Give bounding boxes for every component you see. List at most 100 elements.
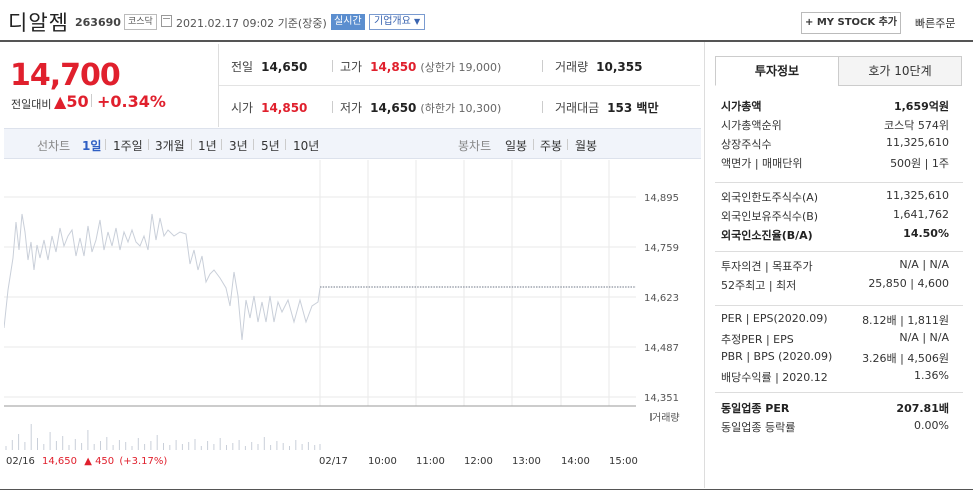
divider bbox=[715, 392, 963, 393]
period-1y[interactable]: 1년 bbox=[198, 137, 217, 154]
y-tick: 14,623 bbox=[644, 293, 679, 304]
info-row: 시가총액순위 코스닥 574위 bbox=[721, 117, 949, 135]
info-row-label: 외국인보유주식수(B) bbox=[721, 210, 819, 223]
change-value: ▲50 bbox=[54, 92, 89, 111]
quote-info: 전일 14,650 고가 14,850 (상한가 19,000) 거래량 10,355 … bbox=[219, 44, 700, 128]
divider bbox=[219, 85, 700, 86]
info-row-label: 상장주식수 bbox=[721, 138, 772, 151]
price-block: 14,700 전일대비 ▲50 +0.34% bbox=[4, 44, 219, 128]
y-tick: 14,487 bbox=[644, 343, 679, 354]
candle-weekly[interactable]: 주봉 bbox=[540, 137, 562, 154]
info-row: 동일업종 등락률 0.00% bbox=[721, 419, 949, 437]
info-row: 액면가 | 매매단위 500원 | 1주 bbox=[721, 155, 949, 173]
info-row-value: 14.50% bbox=[903, 227, 949, 240]
info-row-value: 1,641,762 bbox=[893, 208, 949, 221]
volume-label: 거래량 bbox=[652, 412, 680, 424]
x-tick: 10:00 bbox=[368, 456, 397, 467]
candle-daily[interactable]: 일봉 bbox=[505, 137, 527, 154]
volume: 거래량 10,355 bbox=[555, 60, 643, 74]
y-tick: 14,759 bbox=[644, 243, 679, 254]
info-row-label: 동일업종 등락률 bbox=[721, 421, 796, 434]
volume-legend-icon bbox=[650, 413, 652, 421]
info-row-value: 1,659억원 bbox=[893, 100, 949, 113]
change-label: 전일대비 bbox=[11, 98, 52, 111]
info-row: 외국인한도주식수(A) 11,325,610 bbox=[721, 189, 949, 207]
high-price: 고가 14,850 (상한가 19,000) bbox=[340, 60, 502, 74]
y-tick: 14,895 bbox=[644, 193, 679, 204]
period-3y[interactable]: 3년 bbox=[229, 137, 248, 154]
info-row-value: 500원 | 1주 bbox=[890, 157, 949, 170]
info-row-label: 추정PER | EPS bbox=[721, 333, 794, 346]
line-chart-label: 선차트 bbox=[37, 139, 71, 153]
info-row-value: N/A | N/A bbox=[899, 258, 949, 271]
y-tick: 14,351 bbox=[644, 393, 679, 404]
x-tick: 11:00 bbox=[416, 456, 445, 467]
info-row-label: 액면가 | 매매단위 bbox=[721, 157, 803, 170]
info-row-label: 52주최고 | 최저 bbox=[721, 279, 797, 292]
info-row-value: 코스닥 574위 bbox=[884, 119, 949, 132]
info-row-label: 시가총액 bbox=[721, 100, 762, 113]
change-percent: +0.34% bbox=[97, 92, 166, 111]
info-row-label: 동일업종 PER bbox=[721, 402, 790, 415]
divider bbox=[715, 305, 963, 306]
info-row-value: 11,325,610 bbox=[886, 136, 949, 149]
current-price: 14,700 bbox=[10, 58, 121, 93]
info-row: PER | EPS(2020.09) 8.12배 | 1,811원 bbox=[721, 312, 949, 330]
divider bbox=[332, 101, 333, 113]
x-tick: 14:00 bbox=[561, 456, 590, 467]
calendar-icon bbox=[161, 15, 172, 27]
info-row: 투자의견 | 목표주가 N/A | N/A bbox=[721, 258, 949, 276]
info-row-label: 외국인소진율(B/A) bbox=[721, 229, 813, 242]
low-price: 저가 14,650 (하한가 10,300) bbox=[340, 101, 502, 115]
info-row: 시가총액 1,659억원 bbox=[721, 98, 949, 116]
corp-overview-dropdown[interactable]: 기업개요 ▼ bbox=[369, 14, 426, 30]
info-row-value: 3.26배 | 4,506원 bbox=[862, 352, 949, 365]
realtime-badge[interactable]: 실시간 bbox=[331, 14, 365, 30]
divider bbox=[0, 489, 973, 490]
open-price: 시가 14,850 bbox=[231, 101, 308, 115]
info-row-value: 25,850 | 4,600 bbox=[868, 277, 949, 290]
info-row-value: 0.00% bbox=[914, 419, 949, 432]
prev-close: 전일 14,650 bbox=[231, 60, 308, 74]
info-row-value: N/A | N/A bbox=[899, 331, 949, 344]
info-row-label: PER | EPS(2020.09) bbox=[721, 312, 828, 325]
info-row: 상장주식수 11,325,610 bbox=[721, 136, 949, 154]
tab-invest-info[interactable]: 투자정보 bbox=[715, 56, 839, 86]
info-row: 외국인보유주식수(B) 1,641,762 bbox=[721, 208, 949, 226]
side-panel: 투자정보 호가 10단계 시가총액 1,659억원시가총액순위 코스닥 574위상장… bbox=[704, 42, 969, 488]
divider bbox=[542, 60, 543, 72]
info-row-label: 투자의견 | 목표주가 bbox=[721, 260, 813, 273]
period-10y[interactable]: 10년 bbox=[293, 137, 319, 154]
stock-header: 디알젬 263690 코스닥 2021.02.17 09:02 기준(장중) 실… bbox=[0, 0, 973, 42]
chart-period-bar: 선차트 1일 1주일 3개월 1년 3년 5년 10년 봉차트 일봉 주봉 월봉 bbox=[4, 128, 701, 159]
info-row-value: 207.81배 bbox=[896, 402, 949, 415]
info-row: PBR | BPS (2020.09) 3.26배 | 4,506원 bbox=[721, 350, 949, 368]
stock-code: 263690 bbox=[75, 16, 121, 29]
info-row: 추정PER | EPS N/A | N/A bbox=[721, 331, 949, 349]
info-row: 52주최고 | 최저 25,850 | 4,600 bbox=[721, 277, 949, 295]
period-5y[interactable]: 5년 bbox=[261, 137, 280, 154]
info-row-value: 11,325,610 bbox=[886, 189, 949, 202]
add-my-stock-button[interactable]: + MY STOCK 추가 bbox=[801, 12, 901, 34]
x-tick: 02/17 bbox=[319, 456, 348, 467]
info-row-value: 8.12배 | 1,811원 bbox=[862, 314, 949, 327]
x-tick: 13:00 bbox=[512, 456, 541, 467]
up-arrow-icon: ▲ bbox=[54, 92, 67, 111]
period-1w[interactable]: 1주일 bbox=[113, 137, 143, 154]
divider bbox=[715, 251, 963, 252]
x-tick: 15:00 bbox=[609, 456, 638, 467]
info-row-label: 배당수익률 | 2020.12 bbox=[721, 371, 828, 384]
info-row-label: 시가총액순위 bbox=[721, 119, 782, 132]
prev-day-price-line bbox=[4, 213, 321, 341]
divider bbox=[542, 101, 543, 113]
info-row-label: PBR | BPS (2020.09) bbox=[721, 350, 833, 363]
quote-datetime: 2021.02.17 09:02 기준(장중) bbox=[176, 17, 327, 30]
x-tick: 12:00 bbox=[464, 456, 493, 467]
tab-order-book[interactable]: 호가 10단계 bbox=[838, 56, 962, 86]
info-row: 배당수익률 | 2020.12 1.36% bbox=[721, 369, 949, 387]
info-row-label: 외국인한도주식수(A) bbox=[721, 191, 819, 204]
candle-monthly[interactable]: 월봉 bbox=[575, 137, 597, 154]
period-1d[interactable]: 1일 bbox=[82, 137, 101, 154]
quick-order-link[interactable]: 빠른주문 bbox=[915, 15, 955, 31]
period-3m[interactable]: 3개월 bbox=[155, 137, 185, 154]
